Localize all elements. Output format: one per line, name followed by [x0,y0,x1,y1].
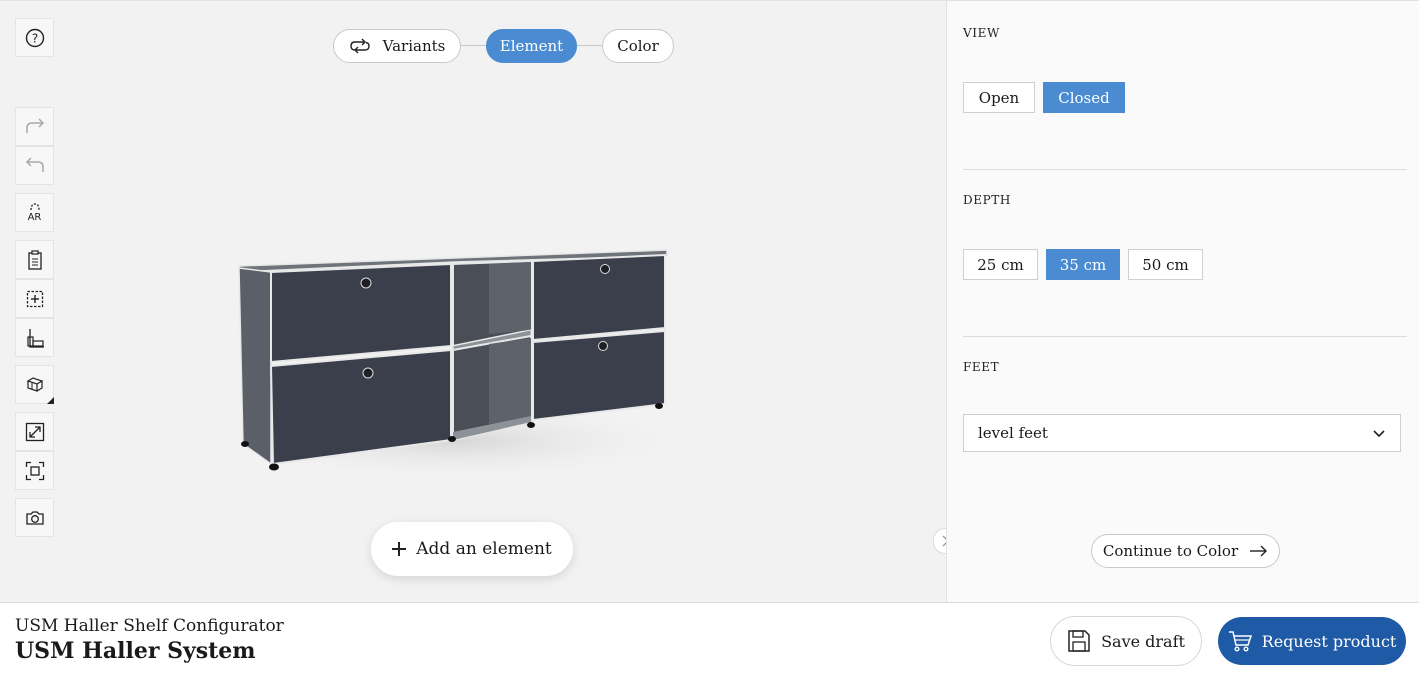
footer-bar: USM Haller Shelf Configurator USM Haller… [0,602,1419,675]
save-draft-label: Save draft [1101,631,1185,651]
fit-view-button[interactable] [15,451,54,490]
add-element-label: Add an element [416,539,552,559]
depth-section-title: DEPTH [963,193,1011,207]
shelf-foot [241,441,249,447]
undo-button[interactable] [15,146,54,185]
door-lock [600,264,610,274]
configurator-subtitle: USM Haller Shelf Configurator [15,616,284,636]
stepper-connector [460,45,486,46]
compartment-back [489,338,531,424]
feet-select[interactable]: level feet [963,414,1401,452]
add-element-button[interactable]: Add an element [371,522,573,576]
help-button[interactable]: ? [15,18,54,57]
variants-icon [349,38,370,54]
stepper-connector [577,45,602,46]
feet-select-value: level feet [978,424,1048,442]
step-element[interactable]: Element [486,29,577,63]
feet-section-title: FEET [963,360,1000,374]
step-element-label: Element [499,37,564,55]
shelf-side-left [238,267,272,466]
continue-label: Continue to Color [1102,542,1239,560]
door-right-upper [532,253,666,342]
shelf-3d-model[interactable] [215,236,695,496]
chevron-down-icon [1373,429,1385,437]
svg-text:?: ? [31,31,37,45]
measure-icon [26,328,44,348]
door-lock [360,277,372,289]
redo-button[interactable] [15,107,54,146]
save-draft-button[interactable]: Save draft [1050,616,1202,666]
view-cube-icon [26,376,43,392]
door-lock [598,341,608,351]
section-divider [963,169,1407,170]
arrow-right-icon [1250,545,1268,557]
floppy-disk-icon [1068,630,1090,652]
expand-corner-indicator [47,397,54,404]
continue-to-color-button[interactable]: Continue to Color [1091,534,1280,568]
redo-icon [25,117,44,133]
configurator-viewport[interactable]: ? AR Variants Element Color Add an eleme… [0,0,946,602]
depth-option-50[interactable]: 50 cm [1128,249,1203,280]
add-module-icon [26,290,43,307]
measure-button[interactable] [15,318,54,357]
ar-button[interactable]: AR [15,193,54,232]
shelf-foot [448,436,456,442]
product-title: USM Haller System [15,638,256,664]
shelf-foot [527,422,535,428]
depth-option-25[interactable]: 25 cm [963,249,1038,280]
door-lock [362,367,374,379]
step-color[interactable]: Color [602,29,674,63]
door-left-upper [270,262,452,364]
view-section-title: VIEW [963,26,1000,40]
fit-view-icon [25,461,44,480]
request-product-button[interactable]: Request product [1218,617,1406,665]
cart-icon [1228,631,1252,652]
request-product-label: Request product [1261,631,1397,651]
help-icon: ? [25,28,44,47]
clipboard-icon [27,249,42,270]
view-option-open[interactable]: Open [963,82,1035,113]
shelf-foot [655,403,663,409]
depth-option-35[interactable]: 35 cm [1046,249,1120,280]
step-variants[interactable]: Variants [333,29,461,63]
step-color-label: Color [617,37,659,55]
add-module-button[interactable] [15,279,54,318]
view-option-closed[interactable]: Closed [1043,82,1125,113]
screenshot-button[interactable] [15,498,54,537]
plus-icon [392,542,407,556]
ar-label: AR [27,212,42,223]
camera-icon [25,510,44,525]
step-variants-label: Variants [382,37,446,55]
fullscreen-icon [25,422,44,441]
undo-icon [25,156,44,172]
section-divider [963,336,1407,337]
fullscreen-button[interactable] [15,412,54,451]
compartment-back [489,262,531,334]
view-cube-button[interactable] [15,365,54,404]
shelf-foot [269,463,279,471]
options-panel: VIEW Open Closed DEPTH 25 cm 35 cm 50 cm… [946,0,1419,602]
ar-icon [29,203,40,211]
clipboard-button[interactable] [15,240,54,279]
